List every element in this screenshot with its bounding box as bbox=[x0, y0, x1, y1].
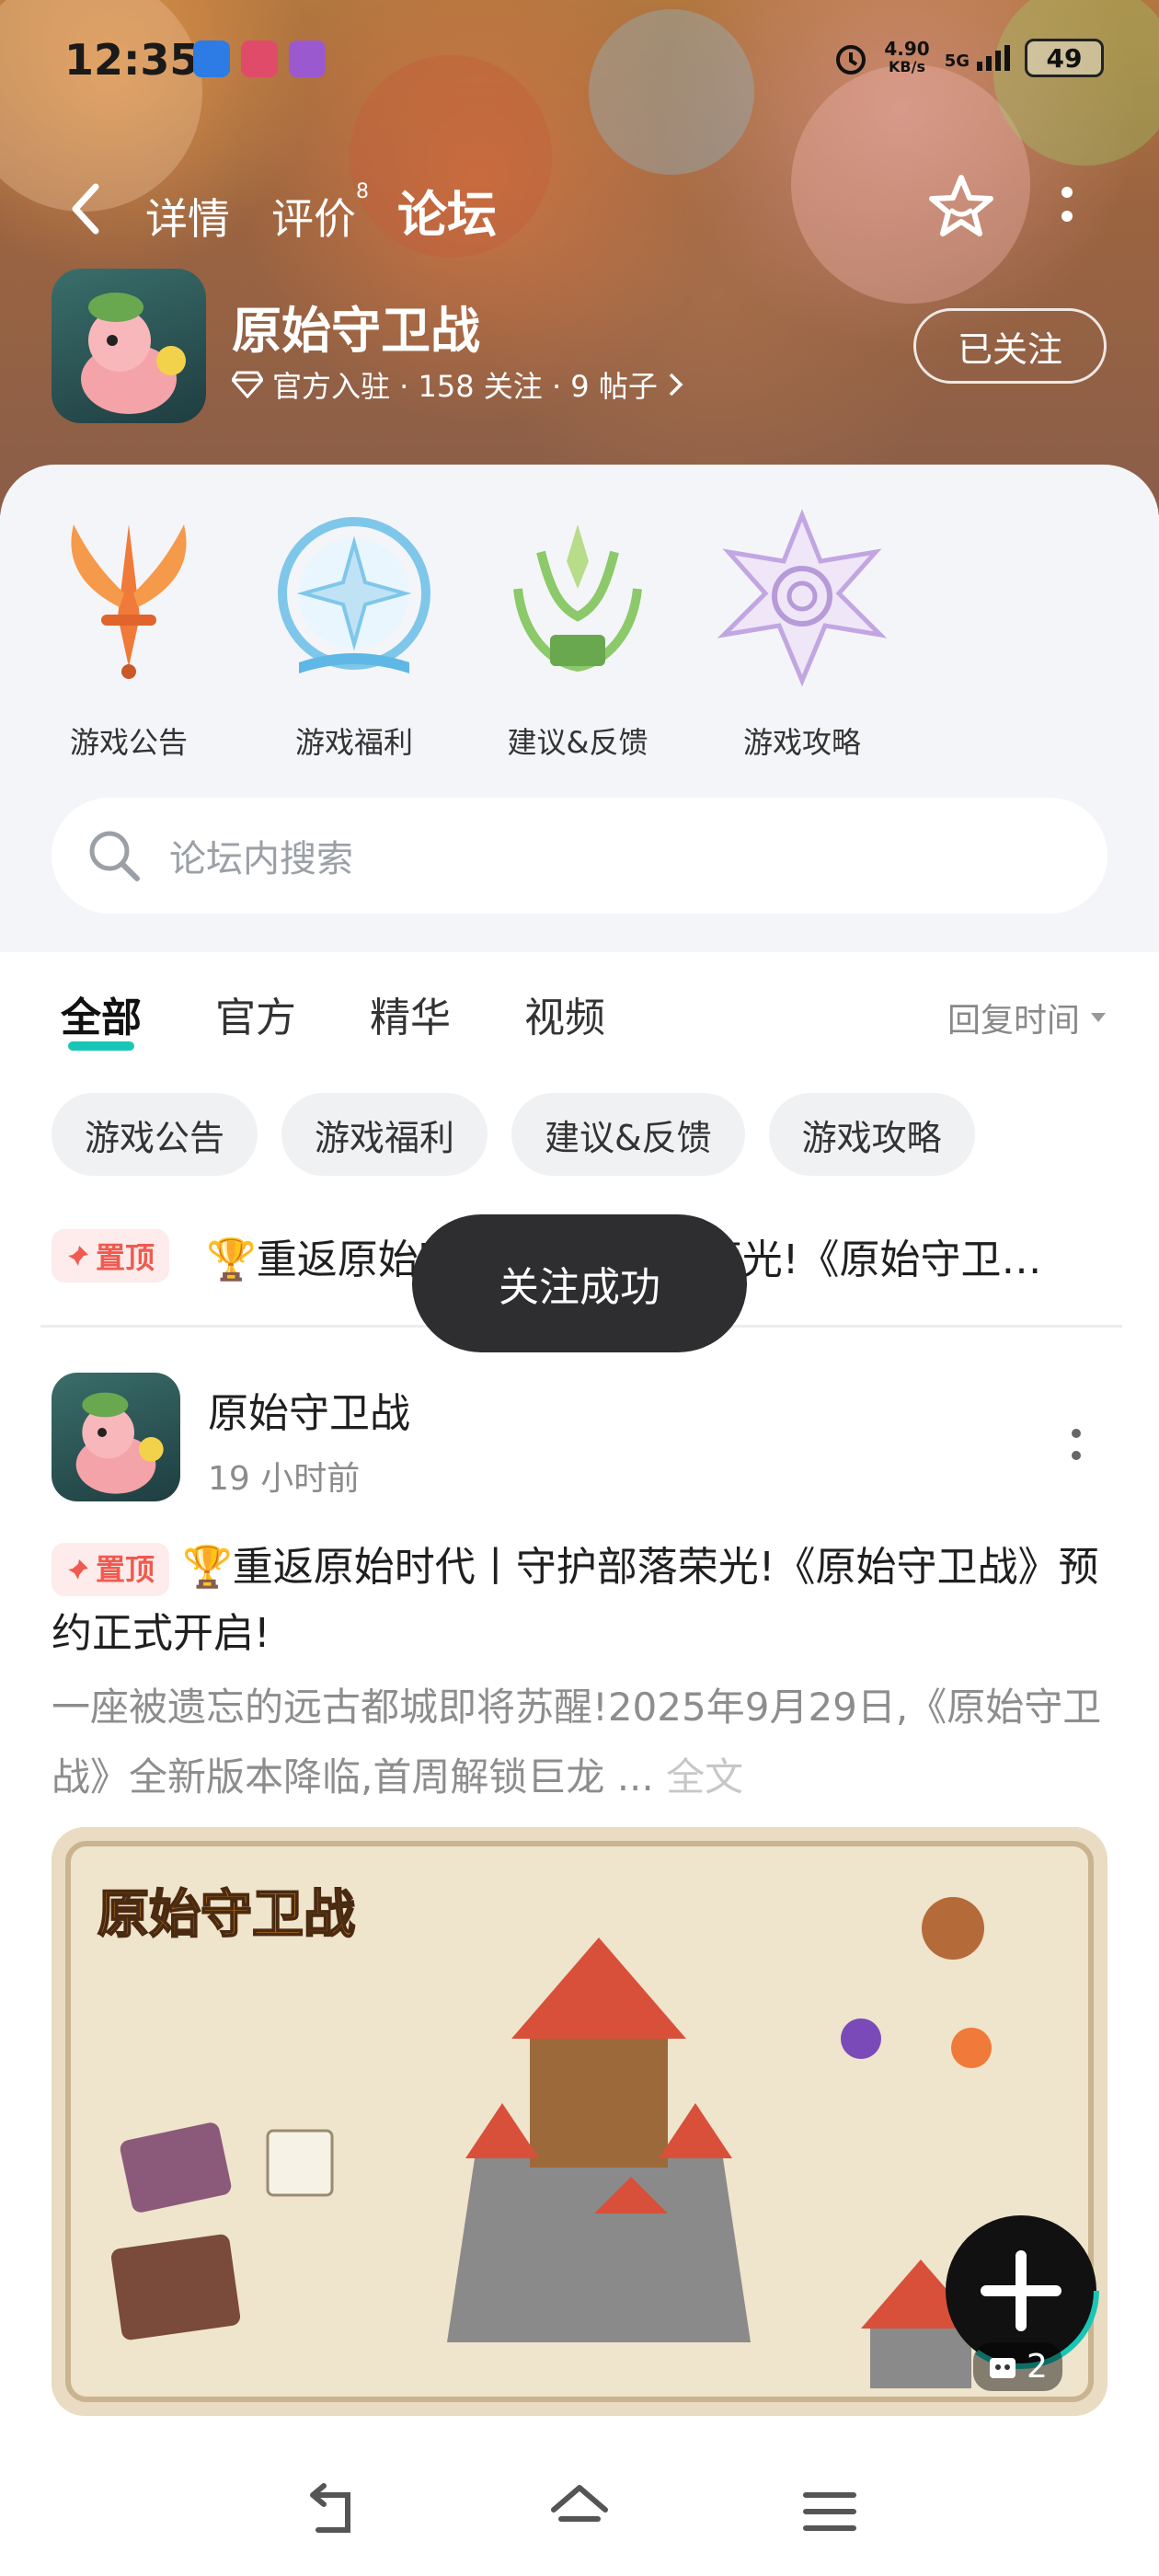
chip-announcements[interactable]: 游戏公告 bbox=[52, 1093, 258, 1176]
alarm-icon bbox=[836, 45, 866, 75]
chevron-right-icon bbox=[669, 373, 683, 397]
caret-down-icon bbox=[1091, 1013, 1106, 1022]
system-navigation-bar bbox=[0, 2447, 1159, 2576]
sort-dropdown[interactable]: 回复时间 bbox=[947, 994, 1107, 1041]
post-title[interactable]: 置顶 🏆重返原始时代丨守护部落荣光!《原始守卫战》预约正式开启! bbox=[52, 1535, 1119, 1667]
page-tabs: 详情 评价 8 论坛 bbox=[145, 174, 497, 247]
pin-icon bbox=[68, 1246, 88, 1266]
game-logo-text: 原始守卫战 bbox=[97, 1884, 356, 1946]
spiral-star-emblem-icon bbox=[717, 509, 888, 687]
read-full-link[interactable]: 全文 bbox=[666, 1754, 743, 1800]
post-summary[interactable]: 一座被遗忘的远古都城即将苏醒!2025年9月29日,《原始守卫战》全新版本降临,… bbox=[52, 1673, 1119, 1812]
category-guides[interactable]: 游戏攻略 bbox=[701, 506, 903, 762]
post-pinned-badge: 置顶 bbox=[52, 1543, 170, 1596]
image-stack-icon bbox=[990, 2357, 1016, 2378]
chip-benefits[interactable]: 游戏福利 bbox=[281, 1093, 488, 1176]
toast-message: 关注成功 bbox=[412, 1214, 747, 1352]
category-feedback[interactable]: 建议&反馈 bbox=[476, 506, 679, 762]
post-timestamp: 19 小时前 bbox=[208, 1460, 361, 1498]
status-bar: 12:35 4.90 KB/s 5G 49 bbox=[0, 0, 1159, 120]
chip-feedback[interactable]: 建议&反馈 bbox=[511, 1093, 745, 1176]
forum-search-bar[interactable]: 论坛内搜索 bbox=[52, 798, 1107, 914]
compass-star-emblem-icon bbox=[278, 517, 430, 673]
status-time: 12:35 bbox=[64, 35, 200, 85]
app-notification-icon bbox=[241, 40, 278, 77]
post-author-name[interactable]: 原始守卫战 bbox=[208, 1380, 410, 1439]
image-count-badge: 2 bbox=[973, 2342, 1062, 2391]
tab-forum[interactable]: 论坛 bbox=[397, 174, 497, 247]
filter-tab-official[interactable]: 官方 bbox=[215, 984, 296, 1043]
search-input[interactable]: 论坛内搜索 bbox=[169, 829, 353, 882]
notification-icons bbox=[193, 40, 326, 77]
home-nav-icon[interactable] bbox=[546, 2478, 613, 2545]
chip-guides[interactable]: 游戏攻略 bbox=[768, 1093, 975, 1176]
app-meta[interactable]: 官方入驻 · 158 关注 · 9 帖子 bbox=[232, 363, 685, 406]
filter-tab-featured[interactable]: 精华 bbox=[370, 984, 451, 1043]
back-arrow-icon[interactable] bbox=[64, 181, 110, 236]
signal-icon: 5G bbox=[945, 45, 1010, 71]
favorite-star-icon[interactable] bbox=[924, 170, 998, 244]
reviews-count-badge: 8 bbox=[356, 180, 369, 203]
back-nav-icon[interactable] bbox=[296, 2478, 362, 2545]
menu-nav-icon[interactable] bbox=[797, 2478, 863, 2545]
pin-icon bbox=[68, 1559, 88, 1580]
official-diamond-icon bbox=[232, 371, 263, 398]
status-right: 4.90 KB/s 5G 49 bbox=[832, 39, 1104, 77]
tab-details[interactable]: 详情 bbox=[145, 186, 230, 247]
category-announcements[interactable]: 游戏公告 bbox=[28, 506, 230, 762]
leaf-crown-emblem-icon bbox=[513, 524, 642, 673]
top-navigation: 详情 评价 8 论坛 bbox=[0, 161, 1159, 253]
app-notification-icon bbox=[193, 40, 230, 77]
app-icon bbox=[52, 269, 206, 423]
battery-indicator: 49 bbox=[1025, 39, 1104, 77]
post-more-options-icon[interactable] bbox=[1065, 1417, 1087, 1472]
app-notification-icon bbox=[289, 40, 326, 77]
post-author-avatar[interactable] bbox=[52, 1373, 180, 1501]
pinned-badge: 置顶 bbox=[52, 1229, 170, 1282]
filter-tabs: 全部 官方 精华 视频 bbox=[61, 984, 605, 1051]
category-benefits[interactable]: 游戏福利 bbox=[253, 506, 455, 762]
search-icon bbox=[89, 831, 140, 881]
sword-wings-emblem-icon bbox=[71, 524, 187, 679]
tab-reviews[interactable]: 评价 8 bbox=[271, 180, 369, 247]
app-name: 原始守卫战 bbox=[232, 302, 480, 360]
more-options-icon[interactable] bbox=[1049, 179, 1085, 235]
filter-tab-all[interactable]: 全部 bbox=[61, 984, 142, 1051]
network-speed: 4.90 KB/s bbox=[884, 38, 930, 75]
forum-panel: 游戏公告 游戏福利 建议&反馈 游戏攻略 论坛内搜索 bbox=[0, 465, 1159, 952]
followed-button[interactable]: 已关注 bbox=[913, 308, 1107, 384]
filter-tab-video[interactable]: 视频 bbox=[524, 984, 605, 1043]
category-chips: 游戏公告 游戏福利 建议&反馈 游戏攻略 bbox=[52, 1093, 975, 1176]
